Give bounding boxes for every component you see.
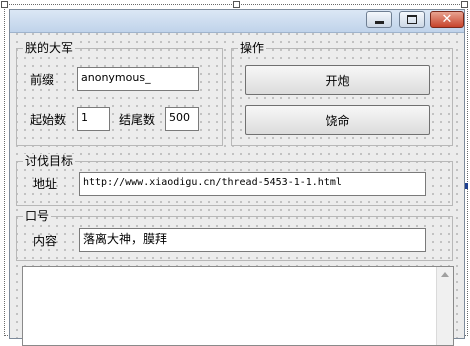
title-bar[interactable]: ✕ — [10, 10, 464, 33]
group-slogan-title: 口号 — [23, 209, 52, 223]
start-number-label: 起始数 — [30, 113, 67, 127]
scroll-up-arrow-icon[interactable] — [441, 272, 449, 277]
maximize-button[interactable] — [399, 11, 425, 28]
end-number-input[interactable]: 500 — [165, 107, 199, 131]
prefix-input[interactable]: anonymous_ — [77, 67, 199, 91]
form-window: ✕ 朕的大军 前缀 anonymous_ 起始数 1 结尾数 500 操作 开炮… — [9, 9, 465, 346]
resize-handle-top-right[interactable] — [461, 1, 468, 8]
spare-button[interactable]: 饶命 — [245, 105, 430, 135]
close-button[interactable]: ✕ — [430, 11, 464, 28]
resize-handle-top-middle[interactable] — [233, 1, 240, 8]
address-input[interactable]: http://www.xiaodigu.cn/thread-5453-1-1.h… — [79, 172, 426, 196]
group-army-title: 朕的大军 — [23, 41, 76, 55]
group-target-title: 讨伐目标 — [23, 154, 76, 168]
group-army: 朕的大军 — [16, 41, 223, 146]
content-input[interactable]: 落离大神，膜拜 — [79, 228, 426, 252]
address-label: 地址 — [33, 177, 58, 191]
prefix-label: 前缀 — [30, 73, 55, 87]
start-number-input[interactable]: 1 — [77, 107, 110, 131]
close-icon: ✕ — [441, 12, 453, 27]
minimize-icon — [374, 21, 384, 24]
minimize-button[interactable] — [366, 11, 392, 28]
fire-button[interactable]: 开炮 — [245, 65, 430, 95]
vertical-scrollbar[interactable] — [436, 267, 453, 345]
resize-handle-top-left[interactable] — [1, 1, 8, 8]
output-log[interactable] — [22, 266, 454, 346]
content-label: 内容 — [33, 234, 58, 248]
maximize-icon — [407, 15, 417, 24]
end-number-label: 结尾数 — [119, 113, 156, 127]
group-operations-title: 操作 — [238, 41, 267, 55]
